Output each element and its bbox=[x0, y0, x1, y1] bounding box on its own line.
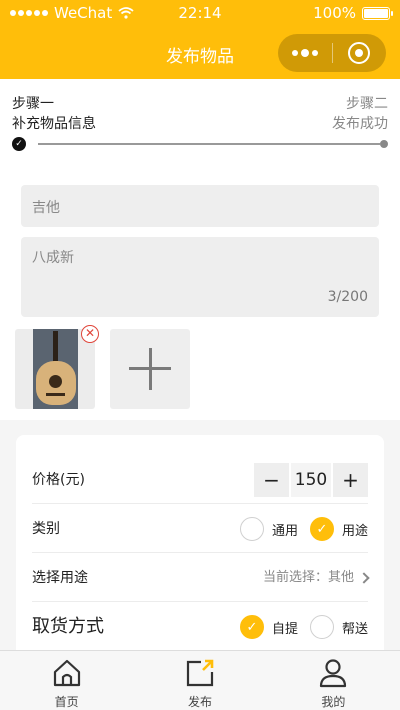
step-indicator: 步骤一 补充物品信息 步骤二 发布成功 ✓ bbox=[12, 94, 388, 154]
category-option-general[interactable]: 通用 bbox=[239, 517, 298, 541]
uploaded-photo[interactable] bbox=[15, 329, 95, 409]
step-one-title: 步骤一 bbox=[12, 96, 54, 112]
pickup-row: 取货方式 ✓ 自提 帮送 bbox=[32, 603, 368, 651]
mini-program-capsule bbox=[278, 34, 386, 72]
progress-line bbox=[38, 143, 380, 145]
purpose-row[interactable]: 选择用途 当前选择：其他 bbox=[32, 554, 370, 602]
tab-home[interactable]: 首页 bbox=[0, 651, 133, 710]
more-icon[interactable] bbox=[278, 34, 332, 72]
category-options: 通用 ✓ 用途 bbox=[228, 505, 368, 553]
char-counter: 3/200 bbox=[327, 289, 368, 305]
top-bar: WeChat 22:14 100% 发布物品 bbox=[0, 0, 400, 79]
radio-unchecked-icon bbox=[309, 615, 334, 639]
guitar-photo bbox=[33, 329, 78, 409]
radio-checked-icon: ✓ bbox=[239, 615, 264, 639]
status-bar: WeChat 22:14 100% bbox=[0, 4, 400, 24]
target-icon bbox=[348, 42, 371, 64]
price-label: 价格(元) bbox=[32, 472, 85, 488]
tab-bar: 首页 发布 我的 bbox=[0, 650, 400, 710]
description-placeholder: 八成新 bbox=[32, 250, 74, 266]
battery-icon bbox=[362, 6, 393, 20]
price-stepper: − 150 + bbox=[254, 463, 368, 497]
step-one-desc: 补充物品信息 bbox=[12, 116, 96, 132]
battery-percent: 100% bbox=[313, 4, 356, 22]
item-name-input[interactable]: 吉他 bbox=[21, 185, 379, 227]
radio-unchecked-icon bbox=[239, 517, 264, 541]
publish-icon bbox=[186, 659, 214, 687]
user-icon bbox=[320, 659, 347, 688]
pickup-label: 取货方式 bbox=[32, 616, 104, 637]
tab-profile[interactable]: 我的 bbox=[267, 651, 400, 710]
purpose-label: 选择用途 bbox=[32, 570, 88, 586]
close-mini-program-button[interactable] bbox=[332, 34, 386, 72]
tab-publish[interactable]: 发布 bbox=[133, 651, 266, 710]
add-photo-button[interactable] bbox=[110, 329, 190, 409]
category-option-purpose[interactable]: ✓ 用途 bbox=[309, 517, 368, 541]
category-row: 类别 通用 ✓ 用途 bbox=[32, 505, 368, 553]
step-one: 步骤一 补充物品信息 bbox=[12, 94, 96, 134]
price-value[interactable]: 150 bbox=[291, 463, 331, 497]
pickup-option-self[interactable]: ✓ 自提 bbox=[239, 615, 298, 639]
current-purpose: 当前选择：其他 bbox=[262, 570, 354, 585]
step-two-desc: 发布成功 bbox=[332, 116, 388, 132]
step-progress: ✓ bbox=[12, 137, 388, 151]
chevron-right-icon bbox=[358, 572, 370, 584]
purpose-selection[interactable]: 当前选择：其他 bbox=[262, 554, 370, 602]
step-end-dot bbox=[380, 140, 388, 148]
radio-checked-icon: ✓ bbox=[309, 517, 334, 541]
decrease-price-button[interactable]: − bbox=[254, 463, 289, 497]
increase-price-button[interactable]: + bbox=[333, 463, 368, 497]
home-icon bbox=[53, 659, 80, 687]
price-row: 价格(元) − 150 + bbox=[32, 456, 368, 504]
pickup-option-delivery[interactable]: 帮送 bbox=[309, 615, 368, 639]
item-description-textarea[interactable]: 八成新 3/200 bbox=[21, 237, 379, 317]
step-two: 步骤二 发布成功 bbox=[332, 94, 388, 134]
check-icon: ✓ bbox=[12, 137, 26, 151]
category-label: 类别 bbox=[32, 521, 60, 537]
battery: 100% bbox=[313, 4, 393, 22]
details-card: 价格(元) − 150 + 类别 通用 ✓ 用途 选择用途 当前选择：其他 取货… bbox=[16, 435, 384, 650]
remove-photo-icon[interactable]: ✕ bbox=[81, 325, 99, 343]
step-two-title: 步骤二 bbox=[346, 96, 388, 112]
pickup-options: ✓ 自提 帮送 bbox=[228, 603, 368, 651]
